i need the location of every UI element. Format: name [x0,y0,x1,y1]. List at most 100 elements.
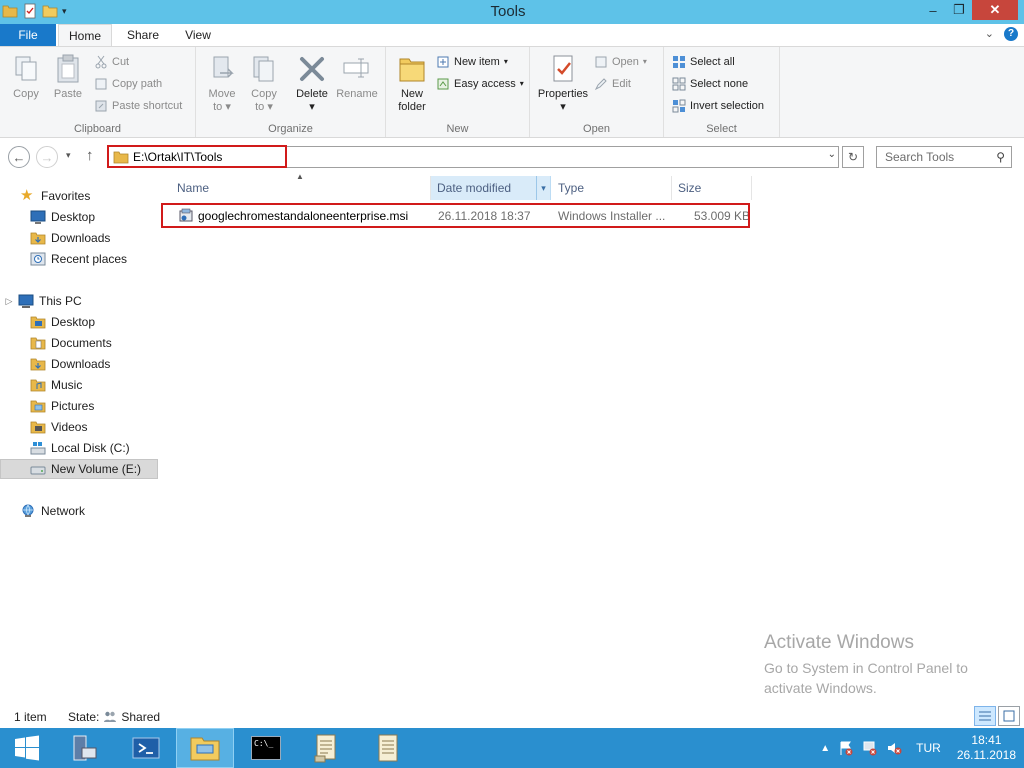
chevron-down-icon[interactable]: ⌄ [828,149,836,160]
taskbar-installer-document[interactable] [298,728,354,768]
details-view-button[interactable] [974,706,996,726]
chevron-right-icon[interactable]: ▷ [4,296,14,307]
paste-label: Paste [53,88,83,100]
taskbar-powershell[interactable] [118,728,174,768]
taskbar-file-explorer[interactable] [176,728,234,768]
new-item-button[interactable]: New item ▾ [436,53,508,71]
up-button[interactable]: ↑ [86,147,94,164]
paste-button[interactable]: Paste [48,53,88,101]
taskbar: C:\_ ▲ TUR 18:41 26.11.2018 [0,728,1024,768]
nav-pc-music-label: Music [51,378,83,392]
copy-to-button[interactable]: Copy to ▾ [244,53,284,114]
address-highlight-box [107,145,287,168]
nav-pc-local-disk-c[interactable]: Local Disk (C:) [0,438,158,458]
network-icon [22,504,34,517]
start-button[interactable] [0,728,54,768]
nav-fav-recent-places[interactable]: Recent places [0,249,158,269]
copy-button[interactable]: Copy [6,53,46,101]
move-to-label-line2: to [213,101,223,113]
copy-to-label-line2: to [255,101,265,113]
column-date-modified[interactable]: Date modified ▾ [431,176,551,200]
delete-button[interactable]: Delete ▾ [292,53,332,114]
chevron-up-icon[interactable]: ▲ [820,743,830,754]
tab-home[interactable]: Home [58,24,112,46]
maximize-button[interactable]: ❐ [946,0,972,20]
close-button[interactable]: ✕ [972,0,1018,20]
action-center-flag-icon[interactable] [838,740,854,756]
chevron-down-icon: ▾ [642,57,647,66]
chevron-down-icon[interactable]: ▾ [536,176,550,200]
network-status-icon[interactable] [862,740,878,756]
desktop-folder-icon [30,316,46,329]
minimize-button[interactable]: – [920,0,946,20]
refresh-button[interactable]: ↻ [842,146,864,168]
column-type[interactable]: Type [552,176,672,200]
forward-button[interactable]: → [36,146,58,168]
recent-locations-button[interactable]: ▾ [66,150,71,161]
cmd-icon: C:\_ [251,736,281,760]
column-date-modified-label: Date modified [437,181,512,195]
nav-pc-videos[interactable]: Videos [0,417,158,437]
copy-path-button[interactable]: Copy path [94,75,162,93]
nav-pc-documents[interactable]: Documents [0,333,158,353]
status-bar: 1 item State: Shared [0,706,1024,728]
paste-icon [57,54,79,83]
windows-drive-icon [30,442,46,455]
select-none-button[interactable]: Select none [672,75,748,93]
paste-shortcut-button[interactable]: Paste shortcut [94,97,182,115]
rename-button[interactable]: Rename [334,53,380,101]
nav-fav-desktop[interactable]: Desktop [0,207,158,227]
move-to-button[interactable]: Move to ▾ [202,53,242,114]
new-folder-button[interactable]: New folder [392,53,432,114]
nav-favorites[interactable]: ★ Favorites [0,186,158,206]
tab-file[interactable]: File [0,24,56,46]
column-size[interactable]: Size [672,176,752,200]
column-name[interactable]: Name [171,176,431,200]
nav-pc-new-volume-e[interactable]: New Volume (E:) [0,459,158,479]
help-icon[interactable]: ? [1004,27,1018,41]
select-none-icon [672,77,686,91]
videos-folder-icon [30,421,46,434]
search-icon[interactable]: ⚲ [996,147,1005,167]
input-language[interactable]: TUR [916,741,941,755]
navigation-bar: ← → ▾ ↑ E:\Ortak\IT\Tools ⌄ ↻ Search Too… [0,142,1024,172]
nav-pc-pictures-label: Pictures [51,399,95,413]
ribbon-expand-icon[interactable]: ⌄ [985,27,994,41]
nav-this-pc[interactable]: ▷ This PC [0,291,158,311]
title-bar[interactable]: ▾ Tools – ❐ ✕ [0,0,1024,24]
file-row-highlight-box [161,203,750,228]
nav-network[interactable]: Network [0,501,158,521]
new-folder-icon [399,58,425,82]
cut-button[interactable]: Cut [94,53,129,71]
address-bar[interactable]: E:\Ortak\IT\Tools ⌄ [107,145,839,168]
select-all-button[interactable]: Select all [672,53,735,71]
tab-view[interactable]: View [174,24,222,46]
open-button[interactable]: Open ▾ [594,53,647,71]
new-folder-label-line2: folder [398,101,426,113]
select-none-label: Select none [690,78,749,90]
taskbar-command-prompt[interactable]: C:\_ [238,728,294,768]
properties-button[interactable]: Properties ▾ [536,53,590,114]
taskbar-notepad-document[interactable] [360,728,416,768]
delete-label: Delete ▾ [296,88,328,113]
powershell-icon [132,737,160,759]
organize-group-label: Organize [268,123,313,135]
volume-muted-icon[interactable] [886,740,902,756]
nav-pc-downloads[interactable]: Downloads [0,354,158,374]
invert-selection-button[interactable]: Invert selection [672,97,764,115]
clipboard-group: Copy Paste Cut Copy path Paste shortcut … [0,47,196,137]
clock[interactable]: 18:41 26.11.2018 [957,733,1016,763]
search-input[interactable]: Search Tools ⚲ [876,146,1012,168]
tab-share[interactable]: Share [118,24,168,46]
edit-button[interactable]: Edit [594,75,631,93]
nav-pc-pictures[interactable]: Pictures [0,396,158,416]
large-icons-view-button[interactable] [998,706,1020,726]
nav-pc-desktop[interactable]: Desktop [0,312,158,332]
nav-fav-downloads[interactable]: Downloads [0,228,158,248]
taskbar-server-manager[interactable] [56,728,112,768]
nav-pc-music[interactable]: Music [0,375,158,395]
back-button[interactable]: ← [8,146,30,168]
delete-x-icon [300,57,324,81]
easy-access-button[interactable]: Easy access ▾ [436,75,524,93]
file-explorer-icon [190,737,220,761]
